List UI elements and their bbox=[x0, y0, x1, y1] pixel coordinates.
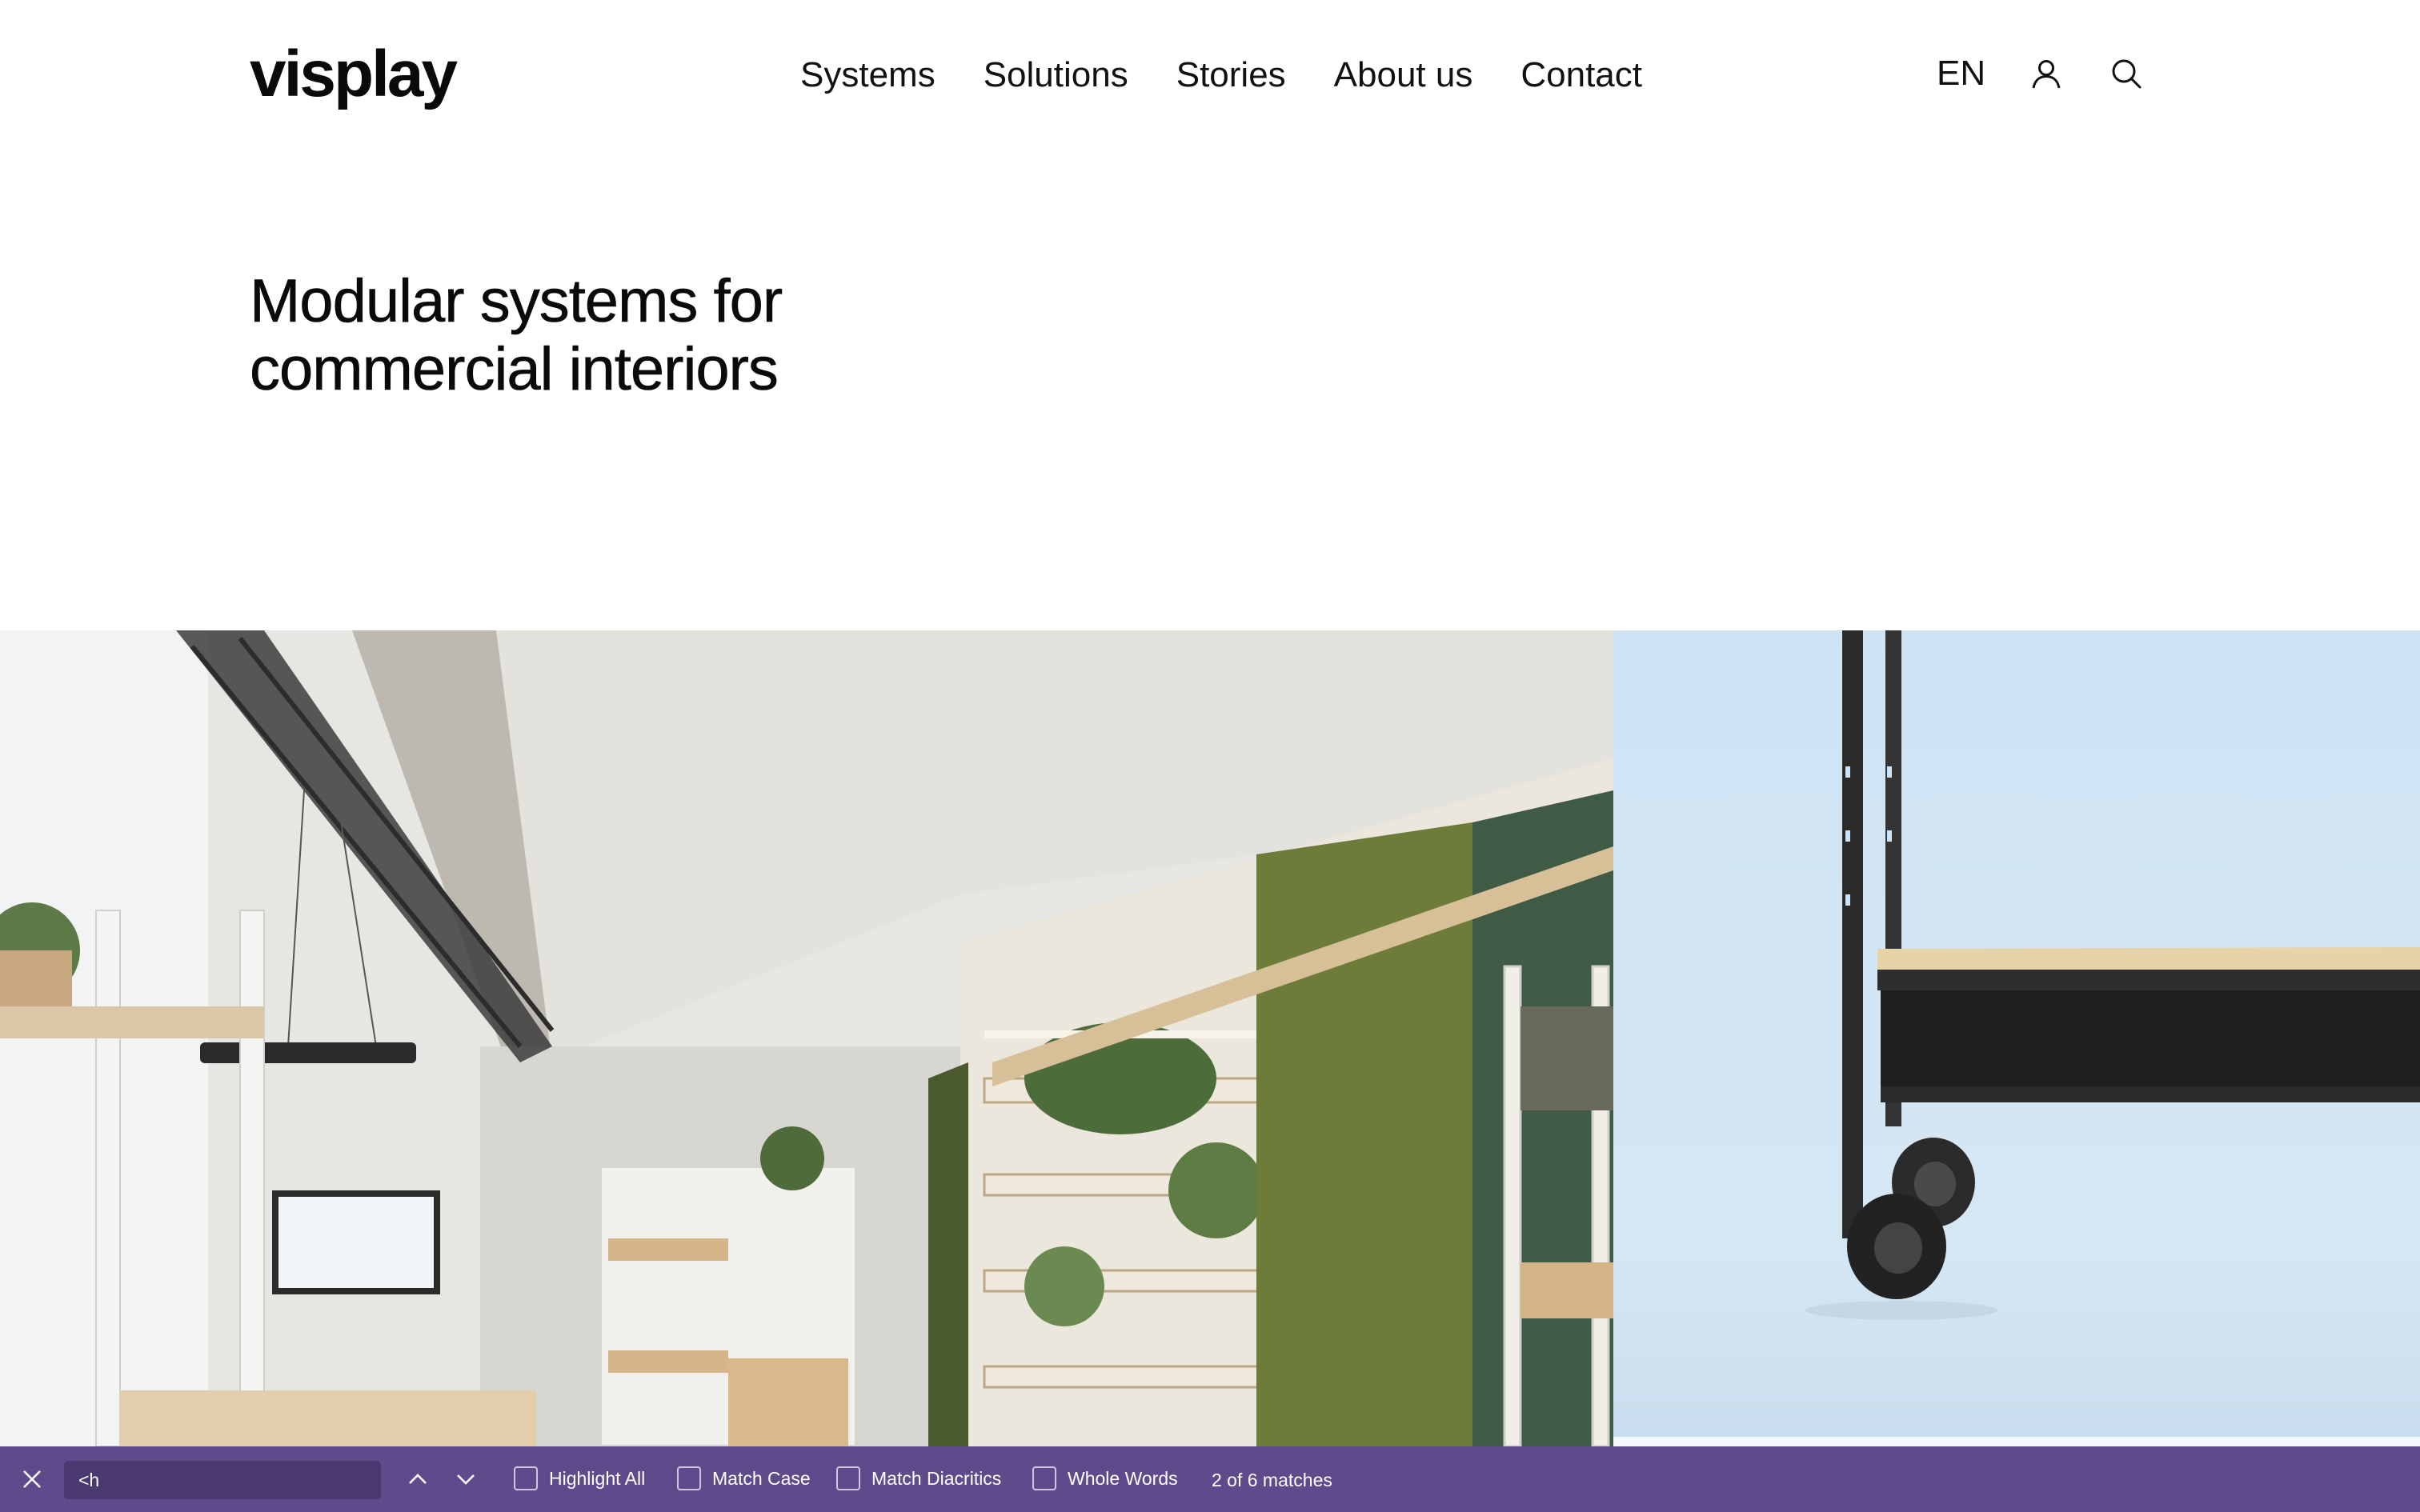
match-diacritics-label: Match Diacritics bbox=[871, 1467, 1002, 1489]
match-case-label: Match Case bbox=[712, 1467, 811, 1489]
image-gallery bbox=[0, 630, 2420, 1446]
checkbox-box[interactable] bbox=[1032, 1466, 1056, 1490]
close-icon[interactable] bbox=[16, 1463, 48, 1495]
search-icon[interactable] bbox=[2104, 51, 2149, 96]
highlight-all-checkbox[interactable]: Highlight All bbox=[514, 1466, 645, 1490]
nav-item-stories[interactable]: Stories bbox=[1176, 58, 1286, 93]
page-title-line-2: commercial interiors bbox=[250, 335, 779, 404]
nav-item-systems[interactable]: Systems bbox=[800, 58, 936, 93]
page: visplay Systems Solutions Stories About … bbox=[0, 0, 2420, 1512]
nav-item-solutions[interactable]: Solutions bbox=[984, 58, 1128, 93]
office-interior-photo[interactable] bbox=[0, 630, 1613, 1446]
find-input[interactable] bbox=[64, 1461, 381, 1499]
header-tools: EN bbox=[1937, 51, 2149, 96]
nav-item-about-us[interactable]: About us bbox=[1334, 58, 1473, 93]
checkbox-box[interactable] bbox=[514, 1466, 538, 1490]
find-bar: Highlight All Match Case Match Diacritic… bbox=[0, 1446, 2420, 1512]
highlight-all-label: Highlight All bbox=[549, 1467, 646, 1489]
whole-words-checkbox[interactable]: Whole Words bbox=[1032, 1466, 1178, 1490]
shelving-cart-photo[interactable] bbox=[1613, 630, 2420, 1446]
language-switch[interactable]: EN bbox=[1937, 56, 1985, 91]
user-icon[interactable] bbox=[2024, 51, 2069, 96]
nav-item-contact[interactable]: Contact bbox=[1521, 58, 1642, 93]
match-case-checkbox[interactable]: Match Case bbox=[677, 1466, 811, 1490]
match-count-status: 2 of 6 matches bbox=[1212, 1470, 1332, 1490]
chevron-up-icon[interactable] bbox=[402, 1463, 434, 1495]
whole-words-label: Whole Words bbox=[1068, 1467, 1178, 1489]
chevron-down-icon[interactable] bbox=[450, 1463, 482, 1495]
match-diacritics-checkbox[interactable]: Match Diacritics bbox=[836, 1466, 1001, 1490]
page-title-line-1: Modular systems for bbox=[250, 267, 783, 336]
site-header: visplay Systems Solutions Stories About … bbox=[0, 0, 2420, 160]
checkbox-box[interactable] bbox=[836, 1466, 860, 1490]
checkbox-box[interactable] bbox=[677, 1466, 701, 1490]
logo[interactable]: visplay bbox=[250, 42, 458, 107]
main-nav: Systems Solutions Stories About us Conta… bbox=[800, 58, 1642, 93]
page-title: Modular systems for commercial interiors bbox=[250, 267, 970, 404]
